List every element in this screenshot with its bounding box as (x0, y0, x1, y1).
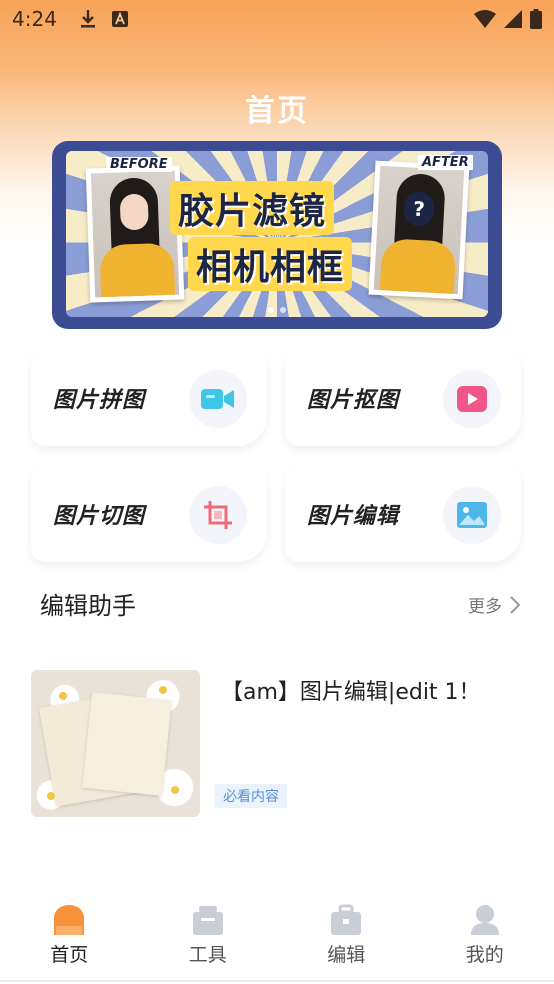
battery-icon (530, 9, 542, 29)
play-icon (443, 370, 501, 428)
tab-label: 编辑 (327, 944, 366, 966)
signal-icon (504, 10, 522, 28)
more-link[interactable]: 更多 (468, 592, 520, 617)
tool-label: 图片抠图 (307, 388, 400, 413)
banner-image: BEFORE ? AFTER 胶片滤镜 相机相框 (66, 151, 488, 317)
tab-edit[interactable]: 编辑 (286, 904, 406, 967)
image-icon (443, 486, 501, 544)
page-title: 首页 (245, 94, 309, 129)
pagination-dot (280, 307, 286, 313)
tab-label: 我的 (465, 944, 504, 966)
tool-card-collage[interactable]: 图片拼图 (31, 350, 267, 446)
tool-label: 图片切图 (53, 504, 146, 529)
tool-card-cutout[interactable]: 图片抠图 (285, 350, 521, 446)
banner-title-line2: 相机相框 (188, 237, 353, 291)
tab-label: 首页 (50, 944, 89, 966)
after-label: AFTER (418, 155, 473, 170)
briefcase-icon (331, 904, 362, 935)
article-title: 【am】图片编辑|edit 1！ (221, 680, 481, 705)
list-item[interactable]: 【am】图片编辑|edit 1！ 必看内容 (31, 670, 531, 818)
status-bar: 4:24 (0, 0, 554, 38)
tool-label: 图片拼图 (53, 388, 146, 413)
bottom-tab-bar: 首页 工具 编辑 我的 (0, 896, 554, 982)
article-thumbnail (31, 670, 200, 817)
home-icon (54, 905, 85, 935)
tab-tools[interactable]: 工具 (148, 904, 268, 967)
tool-card-edit[interactable]: 图片编辑 (285, 466, 521, 562)
wifi-icon (474, 10, 496, 28)
tool-label: 图片编辑 (307, 504, 400, 529)
banner-pagination (66, 307, 488, 313)
crop-icon (189, 486, 247, 544)
font-icon (111, 11, 128, 27)
tool-card-crop[interactable]: 图片切图 (31, 466, 267, 562)
toolbox-icon (192, 906, 223, 935)
after-photo: ? (368, 160, 470, 300)
tab-home[interactable]: 首页 (9, 904, 129, 967)
download-icon (80, 10, 95, 28)
chevron-right-icon (510, 595, 520, 614)
promo-banner[interactable]: BEFORE ? AFTER 胶片滤镜 相机相框 (52, 141, 502, 329)
status-time: 4:24 (12, 7, 57, 31)
video-camera-icon (189, 370, 247, 428)
banner-title-line1: 胶片滤镜 (170, 181, 335, 235)
more-label: 更多 (468, 597, 502, 617)
user-icon (470, 905, 499, 935)
tab-label: 工具 (188, 944, 227, 966)
tab-mine[interactable]: 我的 (425, 904, 545, 967)
before-label: BEFORE (106, 157, 172, 172)
pagination-dot (268, 307, 274, 313)
section-title: 编辑助手 (40, 592, 136, 620)
article-badge: 必看内容 (215, 784, 287, 808)
